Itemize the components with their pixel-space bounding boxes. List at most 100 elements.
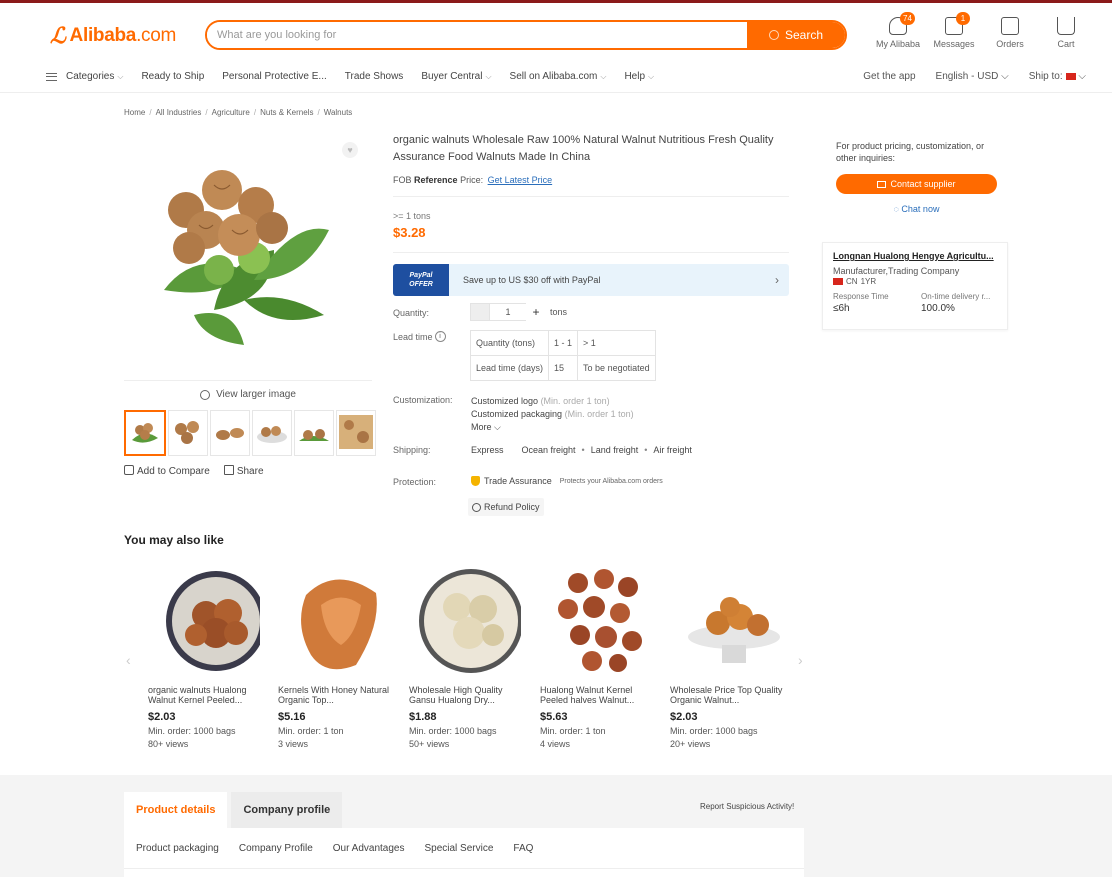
cart-button[interactable]: Cart [1038, 17, 1094, 49]
chevron-down-icon: ⌵ [648, 71, 655, 81]
trade-assurance-row[interactable]: Trade Assurance Protects your Alibaba.co… [471, 476, 663, 486]
recommended-product-price: $2.03 [148, 711, 176, 723]
cart-label: Cart [1057, 39, 1075, 49]
recommended-product-price: $1.88 [409, 711, 437, 723]
recommended-product-views: 50+ views [409, 739, 450, 749]
recommended-product-image [286, 565, 390, 677]
thumbnail-4[interactable] [252, 410, 292, 456]
view-larger-image-button[interactable]: View larger image [124, 380, 372, 408]
you-may-also-like-title: You may also like [124, 533, 224, 547]
search-button[interactable]: Search [747, 22, 845, 48]
breadcrumb-nuts-kernels[interactable]: Nuts & Kernels [260, 108, 313, 117]
search-button-label: Search [784, 28, 824, 42]
ship-to-select[interactable]: Ship to: ⌵ [1029, 71, 1086, 82]
logo-domain: .com [136, 25, 177, 46]
breadcrumb-all-industries[interactable]: All Industries [156, 108, 202, 117]
get-app-link[interactable]: Get the app [863, 71, 915, 82]
my-alibaba-button[interactable]: 74 My Alibaba [870, 12, 926, 49]
language-currency-select[interactable]: English - USD ⌵ [936, 71, 1009, 82]
nav-sell[interactable]: Sell on Alibaba.com ⌵ [510, 71, 607, 82]
thumbnail-6[interactable] [336, 410, 376, 456]
nav-ready-to-ship-label: Ready to Ship [141, 71, 205, 82]
recommended-product-image [417, 565, 523, 677]
recommended-product-card[interactable]: Wholesale High Quality Gansu Hualong Dry… [409, 565, 529, 749]
recommended-product-card[interactable]: Kernels With Honey Natural Organic Top..… [278, 565, 398, 749]
unit-price: $3.28 [393, 225, 426, 240]
chevron-down-icon: ⌵ [998, 71, 1009, 82]
shipping-method: Land freight [590, 445, 639, 455]
chevron-down-icon: ⌵ [1075, 71, 1086, 82]
tab-product-details[interactable]: Product details [124, 792, 228, 828]
chat-now-label: Chat now [901, 204, 940, 214]
main-product-image[interactable] [124, 130, 372, 380]
search-input[interactable] [207, 22, 747, 48]
breadcrumb-separator: / [317, 108, 320, 117]
messages-button[interactable]: 1 Messages [926, 12, 982, 49]
cart-icon [1057, 17, 1075, 35]
subnav-our-advantages[interactable]: Our Advantages [333, 843, 405, 854]
carousel-next-icon[interactable]: › [798, 652, 803, 668]
nav-trade-shows[interactable]: Trade Shows [345, 71, 404, 82]
customization-label: Customization: [393, 395, 453, 405]
nav-categories[interactable]: Categories ⌵ [46, 71, 123, 82]
breadcrumb-agriculture[interactable]: Agriculture [212, 108, 250, 117]
table-cell: Quantity (tons) [469, 330, 550, 356]
quantity-increase-button[interactable]: + [526, 303, 546, 321]
breadcrumb-home[interactable]: Home [124, 108, 145, 117]
refund-policy-label: Refund Policy [484, 502, 540, 512]
orders-label: Orders [996, 39, 1024, 49]
thumbnail-5[interactable] [294, 410, 334, 456]
subnav-faq[interactable]: FAQ [513, 843, 533, 854]
quantity-decrease-button[interactable] [470, 303, 490, 321]
quantity-input[interactable]: 1 [490, 303, 526, 321]
share-button[interactable]: Share [223, 465, 264, 477]
alibaba-logo[interactable]: ℒ Alibaba .com [50, 23, 176, 49]
carousel-prev-icon[interactable]: ‹ [126, 652, 131, 668]
quantity-label: Quantity: [393, 308, 430, 318]
subnav-company-profile[interactable]: Company Profile [239, 843, 313, 854]
nav-categories-label: Categories [66, 71, 115, 82]
supplier-card: Longnan Hualong Hengye Agricultu... Manu… [822, 242, 1008, 330]
recommended-product-views: 20+ views [670, 739, 711, 749]
share-label: Share [236, 466, 264, 477]
supplier-name-link[interactable]: Longnan Hualong Hengye Agricultu... [833, 251, 997, 261]
breadcrumb-walnuts[interactable]: Walnuts [324, 108, 353, 117]
more-customization-link[interactable]: More ⌵ [471, 421, 634, 434]
get-latest-price-link[interactable]: Get Latest Price [488, 175, 553, 185]
paypal-offer-banner[interactable]: PayPal OFFER Save up to US $30 off with … [393, 264, 789, 296]
thumbnail-1[interactable] [124, 410, 166, 456]
info-icon[interactable]: i [434, 331, 446, 342]
nav-buyer-central[interactable]: Buyer Central ⌵ [421, 71, 491, 82]
recommended-product-moq: Min. order: 1000 bags [409, 726, 497, 736]
tab-company-profile[interactable]: Company profile [231, 792, 343, 828]
menu-icon [46, 72, 57, 81]
orders-icon [1001, 17, 1019, 35]
chevron-down-icon: ⌵ [485, 71, 492, 81]
lead-time-table: Quantity (tons) 1 - 1 > 1 Lead time (day… [469, 330, 656, 381]
subnav-special-service[interactable]: Special Service [424, 843, 493, 854]
nav-ready-to-ship[interactable]: Ready to Ship [141, 71, 204, 82]
chat-now-link[interactable]: ◌ Chat now [836, 204, 997, 214]
contact-supplier-button[interactable]: Contact supplier [836, 174, 997, 194]
orders-button[interactable]: Orders [982, 17, 1038, 49]
response-time-value: ≤6h [833, 303, 850, 314]
refund-policy-badge[interactable]: Refund Policy [468, 498, 544, 516]
details-content-start [124, 868, 804, 877]
recommended-product-card[interactable]: Wholesale Price Top Quality Organic Waln… [670, 565, 790, 749]
thumbnail-2[interactable] [168, 410, 208, 456]
shipping-method: Ocean freight [521, 445, 576, 455]
paypal-badge-brand: PayPal [409, 272, 433, 279]
favorite-heart-icon[interactable]: ♥ [342, 142, 358, 158]
on-time-delivery-stat: On-time delivery r... 100.0% [921, 292, 997, 314]
report-suspicious-activity-link[interactable]: Report Suspicious Activity! [700, 802, 794, 811]
nav-ppe[interactable]: Personal Protective E... [222, 71, 327, 82]
add-to-compare-button[interactable]: Add to Compare [124, 465, 210, 477]
nav-help[interactable]: Help ⌵ [624, 71, 654, 82]
recommended-product-moq: Min. order: 1 ton [540, 726, 606, 736]
logo-brand: Alibaba [69, 25, 137, 46]
recommended-product-card[interactable]: Hualong Walnut Kernel Peeled halves Waln… [540, 565, 660, 749]
subnav-product-packaging[interactable]: Product packaging [136, 843, 219, 854]
customization-name: Customized logo [471, 396, 539, 406]
thumbnail-3[interactable] [210, 410, 250, 456]
recommended-product-card[interactable]: organic walnuts Hualong Walnut Kernel Pe… [148, 565, 268, 749]
